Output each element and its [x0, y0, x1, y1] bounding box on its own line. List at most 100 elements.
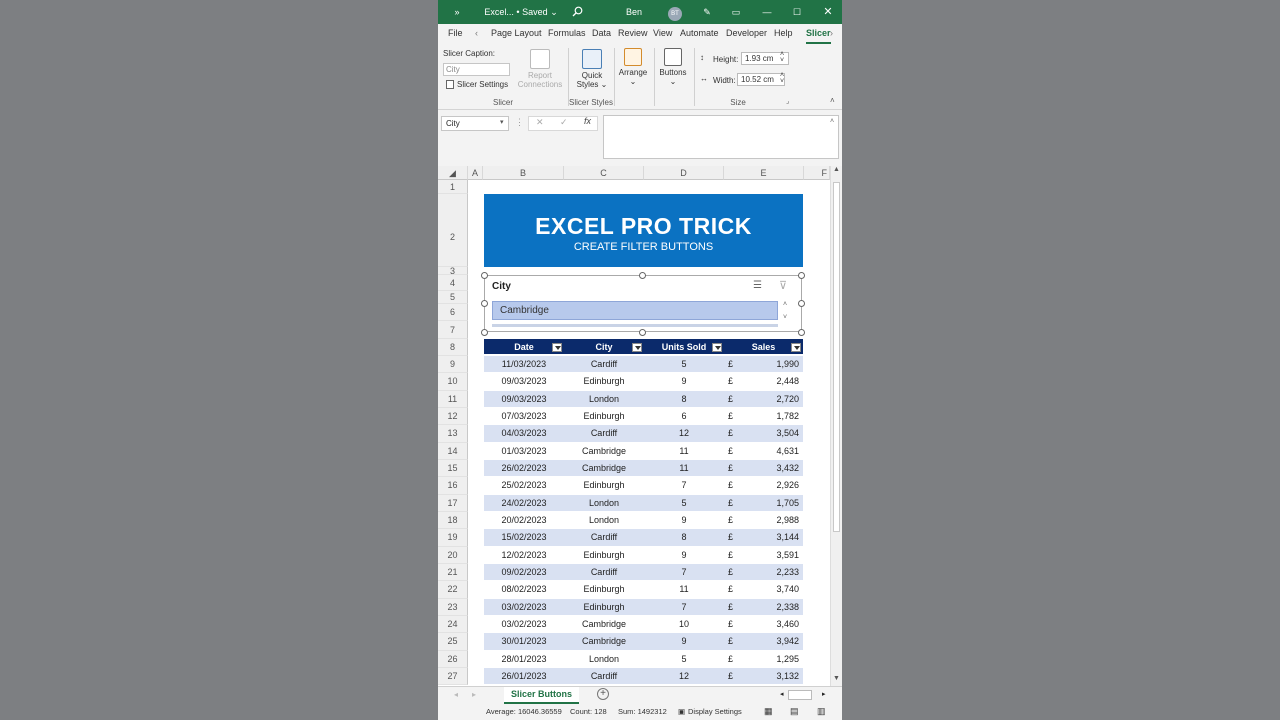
slicer-caption-input[interactable]: City: [443, 63, 510, 76]
table-row[interactable]: 15/02/2023 Cardiff 8 £3,144: [484, 529, 803, 547]
ribbon-display-icon[interactable]: ▭: [729, 0, 743, 24]
row-header[interactable]: 7: [438, 321, 468, 339]
page-break-view-icon[interactable]: ▥: [817, 706, 826, 717]
display-settings-button[interactable]: Display Settings: [688, 707, 742, 716]
tab-formulas[interactable]: Formulas: [548, 24, 586, 44]
column-header-d[interactable]: D: [644, 166, 724, 180]
scroll-thumb[interactable]: [833, 182, 840, 532]
tab-slicer[interactable]: Slicer: [806, 24, 831, 44]
row-header[interactable]: 13: [438, 425, 468, 443]
table-row[interactable]: 24/02/2023 London 5 £1,705: [484, 494, 803, 512]
row-header[interactable]: 24: [438, 615, 468, 634]
minimize-icon[interactable]: —: [760, 0, 774, 24]
city-slicer[interactable]: City ☰ ⊽ Cambridge ˄ ˅: [484, 275, 802, 332]
resize-handle-bottom[interactable]: [639, 329, 646, 336]
row-header[interactable]: 20: [438, 546, 468, 564]
row-header[interactable]: 23: [438, 598, 468, 616]
collapse-ribbon-icon[interactable]: ˄: [830, 96, 835, 105]
pen-icon[interactable]: ✎: [700, 0, 714, 24]
row-header[interactable]: 16: [438, 477, 468, 495]
arrange-button[interactable]: Arrange ⌄: [617, 48, 649, 86]
tab-review[interactable]: Review: [618, 24, 648, 44]
table-row[interactable]: 20/02/2023 London 9 £2,988: [484, 511, 803, 530]
table-row[interactable]: 04/03/2023 Cardiff 12 £3,504: [484, 425, 803, 443]
column-header-c[interactable]: C: [564, 166, 644, 180]
resize-handle-left[interactable]: [481, 300, 488, 307]
chevron-down-icon[interactable]: ⌄: [550, 0, 558, 24]
file-name-saved-status[interactable]: Excel... • Saved: [480, 0, 552, 24]
row-header[interactable]: 2: [438, 194, 468, 267]
row-header[interactable]: 26: [438, 650, 468, 668]
table-row[interactable]: 30/01/2023 Cambridge 9 £3,942: [484, 633, 803, 651]
row-header[interactable]: 11: [438, 390, 468, 408]
row-header[interactable]: 25: [438, 633, 468, 651]
row-header[interactable]: 5: [438, 291, 468, 304]
formula-input[interactable]: [603, 115, 839, 159]
tab-view[interactable]: View: [653, 24, 672, 44]
column-header-a[interactable]: A: [468, 166, 483, 180]
normal-view-icon[interactable]: ▦: [764, 706, 773, 717]
resize-handle-top-left[interactable]: [481, 272, 488, 279]
row-header[interactable]: 1: [438, 180, 468, 194]
slicer-item-next[interactable]: [492, 324, 778, 327]
filter-dropdown-city[interactable]: [632, 343, 642, 352]
hscroll-thumb[interactable]: [788, 690, 812, 700]
table-row[interactable]: 28/01/2023 London 5 £1,295: [484, 650, 803, 668]
table-row[interactable]: 12/02/2023 Edinburgh 9 £3,591: [484, 546, 803, 564]
clear-filter-icon[interactable]: ⊽: [779, 279, 787, 292]
row-header[interactable]: 17: [438, 494, 468, 512]
slicer-scroll-down-icon[interactable]: ˅: [783, 314, 787, 321]
row-header[interactable]: 10: [438, 373, 468, 391]
column-header-b[interactable]: B: [483, 166, 564, 180]
row-header[interactable]: 9: [438, 356, 468, 374]
name-box-dropdown-icon[interactable]: ▾: [500, 118, 504, 126]
table-row[interactable]: 25/02/2023 Edinburgh 7 £2,926: [484, 477, 803, 495]
hscroll-left-icon[interactable]: ◂: [780, 690, 784, 698]
vertical-scrollbar[interactable]: ▲ ▼: [830, 166, 842, 686]
table-row[interactable]: 03/02/2023 Edinburgh 7 £2,338: [484, 598, 803, 616]
resize-handle-right[interactable]: [798, 300, 805, 307]
table-row[interactable]: 08/02/2023 Edinburgh 11 £3,740: [484, 581, 803, 599]
enter-icon[interactable]: ✓: [560, 117, 568, 128]
row-header[interactable]: 21: [438, 563, 468, 582]
row-header[interactable]: 4: [438, 275, 468, 291]
table-row[interactable]: 07/03/2023 Edinburgh 6 £1,782: [484, 407, 803, 426]
formula-expand-icon[interactable]: ˄: [830, 118, 834, 125]
table-row[interactable]: 09/03/2023 London 8 £2,720: [484, 390, 803, 408]
width-input[interactable]: 10.52 cm: [737, 73, 785, 86]
hscroll-right-icon[interactable]: ▸: [822, 690, 826, 698]
buttons-button[interactable]: Buttons ⌄: [657, 48, 689, 86]
table-row[interactable]: 09/02/2023 Cardiff 7 £2,233: [484, 563, 803, 582]
table-row[interactable]: 09/03/2023 Edinburgh 9 £2,448: [484, 373, 803, 391]
row-header[interactable]: 15: [438, 459, 468, 478]
row-header[interactable]: 8: [438, 339, 468, 356]
slicer-scroll-up-icon[interactable]: ˄: [783, 301, 787, 308]
resize-handle-bottom-right[interactable]: [798, 329, 805, 336]
row-header[interactable]: 18: [438, 511, 468, 530]
close-icon[interactable]: ✕: [821, 0, 835, 24]
row-header[interactable]: 3: [438, 267, 468, 276]
row-header[interactable]: 27: [438, 667, 468, 686]
insert-function-icon[interactable]: fx: [584, 116, 591, 126]
avatar[interactable]: BT: [667, 0, 683, 24]
tab-data[interactable]: Data: [592, 24, 611, 44]
column-header-e[interactable]: E: [724, 166, 804, 180]
slicer-settings-button[interactable]: Slicer Settings: [457, 80, 508, 89]
tab-help[interactable]: Help: [774, 24, 793, 44]
size-dialog-launcher-icon[interactable]: ⌟: [786, 97, 789, 105]
row-header[interactable]: 22: [438, 581, 468, 599]
filter-dropdown-units[interactable]: [712, 343, 722, 352]
table-row[interactable]: 11/03/2023 Cardiff 5 £1,990: [484, 356, 803, 374]
tab-page-layout[interactable]: Page Layout: [491, 24, 542, 44]
select-all-corner[interactable]: ◢: [438, 166, 468, 180]
row-header[interactable]: 19: [438, 529, 468, 547]
worksheet-grid[interactable]: ◢ A B C D E F 1 2 3 4 5 6 7 8 9 10 11 12 13 14 15 16 17 1…: [438, 166, 842, 686]
column-header-f[interactable]: F: [804, 166, 830, 180]
tab-developer[interactable]: Developer: [726, 24, 767, 44]
sheet-next-icon[interactable]: ▸: [472, 690, 476, 699]
filter-dropdown-sales[interactable]: [791, 343, 801, 352]
table-row[interactable]: 03/02/2023 Cambridge 10 £3,460: [484, 615, 803, 634]
table-row[interactable]: 26/02/2023 Cambridge 11 £3,432: [484, 459, 803, 478]
slicer-item-cambridge[interactable]: Cambridge: [492, 301, 778, 320]
report-connections-button[interactable]: Report Connections: [516, 49, 564, 89]
